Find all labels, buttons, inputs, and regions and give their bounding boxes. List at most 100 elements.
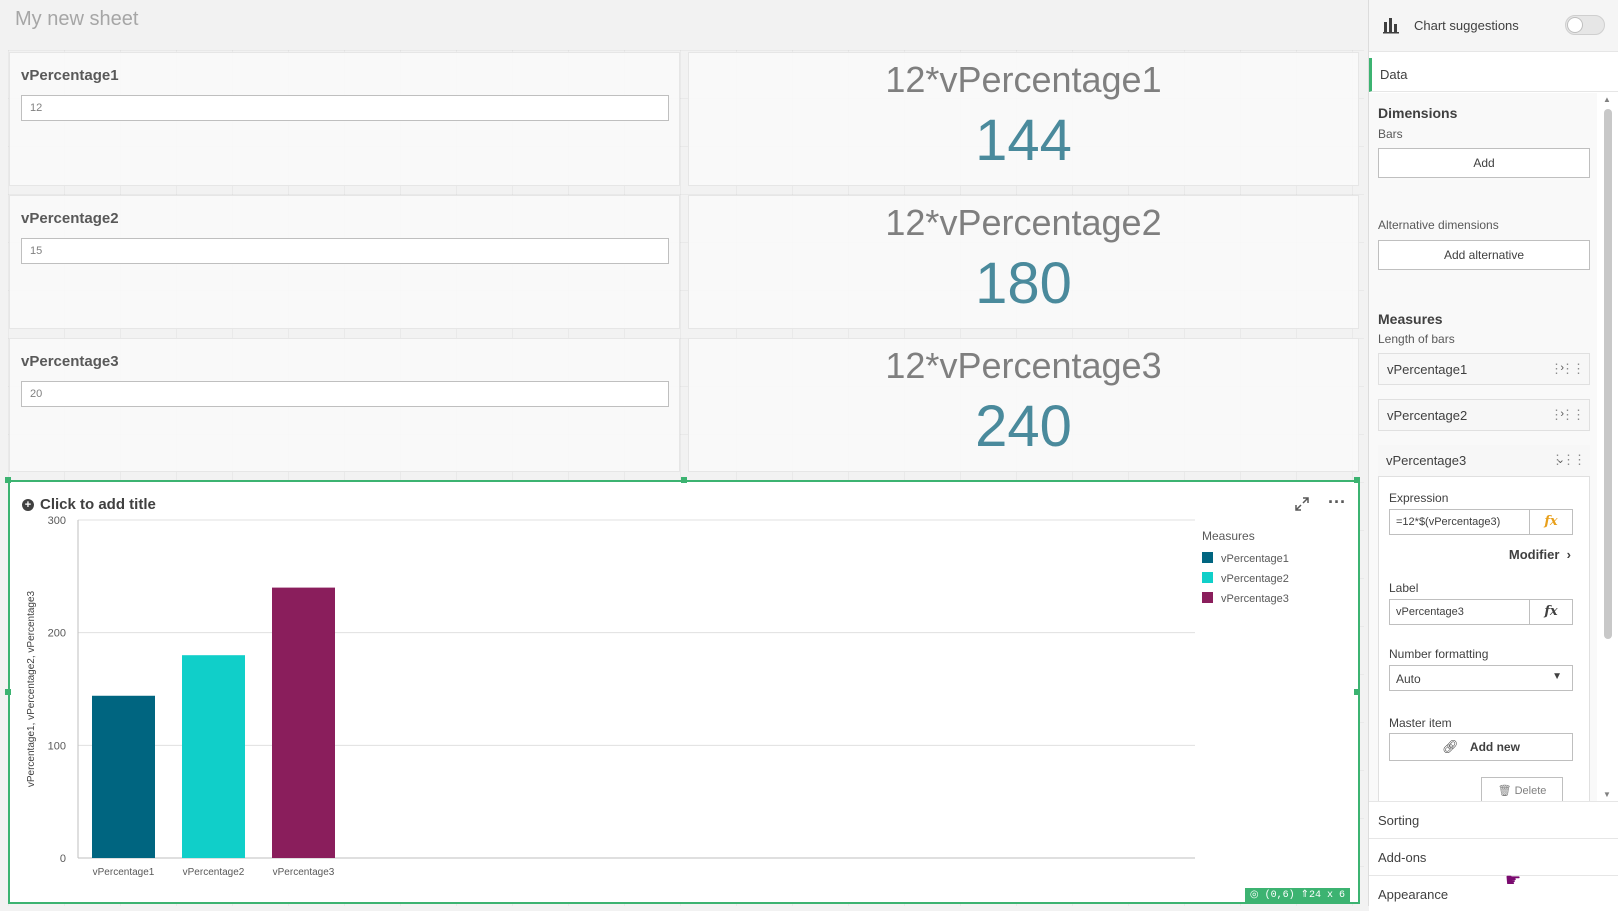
data-panel-scroll: Dimensions Bars Add Alternative dimensio…	[1369, 93, 1597, 801]
expression-input[interactable]: =12*$(vPercentage3) fx	[1389, 509, 1573, 535]
chart-suggestions-toggle[interactable]	[1565, 15, 1605, 35]
variable-title: vPercentage1	[21, 67, 119, 84]
y-tick-label: 0	[60, 853, 66, 865]
kpi-title: 12*vPercentage1	[885, 59, 1162, 100]
resize-handle[interactable]	[681, 477, 687, 483]
kpi-card-2[interactable]: 12*vPercentage2 180	[688, 195, 1359, 329]
legend-item: vPercentage2	[1221, 573, 1289, 585]
scroll-up-icon[interactable]: ▲	[1603, 95, 1611, 104]
expression-value: =12*$(vPercentage3)	[1396, 516, 1501, 528]
kpi-value: 180	[975, 251, 1072, 316]
bar-chart-object[interactable]: + Click to add title ··· 0 100 200 300 vPerc…	[8, 480, 1360, 904]
legend-item: vPercentage1	[1221, 553, 1289, 565]
kpi-title: 12*vPercentage2	[885, 202, 1162, 243]
measure-item-vpercentage3-expanded: vPercentage3 ⌄ ⋮⋮⋮ Expression =12*$(vPer…	[1378, 445, 1590, 801]
y-tick-label: 200	[48, 628, 66, 640]
y-tick-label: 100	[48, 740, 66, 752]
alternative-dimensions-label: Alternative dimensions	[1378, 218, 1499, 232]
variable-input-field[interactable]: 12	[21, 95, 669, 121]
drag-handle-icon[interactable]: ⋮⋮⋮	[1550, 407, 1585, 423]
size-badge: ◎ (0,6) ⇑24 x 6	[1244, 888, 1350, 902]
legend-swatch	[1202, 552, 1213, 563]
panel-scrollbar[interactable]: ▲ ▼	[1601, 95, 1613, 799]
hand-cursor-icon: ☛	[1505, 870, 1522, 890]
chart-suggestions-header: Chart suggestions	[1369, 0, 1618, 52]
tab-sorting[interactable]: Sorting	[1369, 801, 1618, 837]
x-tick-label: vPercentage2	[183, 867, 245, 878]
dimensions-subtitle: Bars	[1378, 127, 1403, 141]
chart-suggestions-label: Chart suggestions	[1414, 18, 1519, 33]
trash-icon: 🗑︎	[1497, 785, 1512, 797]
measure-item-vpercentage3[interactable]: vPercentage3 ⌄ ⋮⋮⋮	[1378, 445, 1590, 477]
measure-label: vPercentage2	[1387, 408, 1468, 423]
number-formatting-select[interactable]: Auto ▼	[1389, 665, 1573, 691]
bar-chart: 0 100 200 300 vPercentage1, vPercentage2, vP…	[26, 515, 1289, 878]
add-new-label: Add new	[1469, 740, 1520, 754]
variable-input-card-2[interactable]: vPercentage2 15	[9, 195, 680, 329]
number-formatting-value: Auto	[1396, 672, 1421, 686]
expression-label: Expression	[1389, 491, 1449, 505]
tab-addons[interactable]: Add-ons	[1369, 838, 1618, 874]
fx-expression-icon[interactable]: fx	[1529, 509, 1572, 535]
fx-label-icon[interactable]: fx	[1529, 599, 1572, 625]
label-field-label: Label	[1389, 581, 1419, 595]
add-new-master-item-button[interactable]: 🔗︎ Add new	[1389, 733, 1573, 761]
measure-item-vpercentage2[interactable]: vPercentage2 › ⋮⋮⋮	[1378, 399, 1590, 431]
y-axis-label: vPercentage1, vPercentage2, vPercentage3	[26, 590, 37, 787]
modifier-label: Modifier	[1508, 547, 1560, 562]
variable-input-field[interactable]: 20	[21, 381, 669, 407]
legend-item: vPercentage3	[1221, 593, 1289, 605]
label-input[interactable]: vPercentage3 fx	[1389, 599, 1573, 625]
resize-handle[interactable]	[5, 477, 11, 483]
add-circle-icon: +	[22, 498, 34, 511]
toggle-knob	[1567, 17, 1583, 33]
variable-input-field[interactable]: 15	[21, 238, 669, 264]
legend-title: Measures	[1202, 529, 1255, 543]
chevron-right-icon: ›	[1563, 547, 1571, 562]
drag-handle-icon[interactable]: ⋮⋮⋮	[1550, 361, 1585, 377]
master-item-label: Master item	[1389, 716, 1452, 730]
x-tick-label: vPercentage3	[273, 867, 335, 878]
dimensions-title: Dimensions	[1378, 105, 1458, 121]
number-formatting-label: Number formatting	[1389, 647, 1489, 661]
caret-down-icon: ▼	[1552, 671, 1562, 682]
properties-panel: Chart suggestions Data Dimensions Bars A…	[1368, 0, 1618, 911]
delete-label: Delete	[1514, 785, 1547, 797]
kpi-value: 144	[975, 108, 1072, 173]
add-dimension-button[interactable]: Add	[1378, 148, 1590, 178]
kpi-title: 12*vPercentage3	[885, 345, 1162, 386]
variable-title: vPercentage3	[21, 353, 119, 370]
scroll-down-icon[interactable]: ▼	[1603, 790, 1611, 799]
variable-input-card-3[interactable]: vPercentage3 20	[9, 338, 680, 472]
measures-subtitle: Length of bars	[1378, 332, 1455, 346]
add-alternative-button[interactable]: Add alternative	[1378, 240, 1590, 270]
bar-vpercentage3	[272, 587, 335, 858]
modifier-link[interactable]: Modifier ›	[1509, 547, 1571, 562]
measure-item-vpercentage1[interactable]: vPercentage1 › ⋮⋮⋮	[1378, 353, 1590, 385]
kpi-value: 240	[975, 394, 1072, 459]
link-icon: 🔗︎	[1442, 739, 1459, 754]
bar-chart-icon	[1383, 18, 1399, 34]
measure-label: vPercentage3	[1386, 453, 1467, 468]
bar-vpercentage1	[92, 695, 155, 858]
resize-handle[interactable]	[1354, 689, 1360, 695]
x-tick-label: vPercentage1	[93, 867, 155, 878]
measure-label: vPercentage1	[1387, 362, 1468, 377]
tab-data[interactable]: Data	[1369, 58, 1618, 92]
label-value: vPercentage3	[1396, 606, 1464, 618]
resize-handle[interactable]	[5, 689, 11, 695]
y-tick-label: 300	[48, 515, 66, 527]
drag-handle-icon[interactable]: ⋮⋮⋮	[1551, 452, 1586, 468]
sheet-title[interactable]: My new sheet	[15, 8, 138, 31]
scroll-thumb[interactable]	[1604, 109, 1612, 639]
resize-handle[interactable]	[1354, 477, 1360, 483]
kpi-card-3[interactable]: 12*vPercentage3 240	[688, 338, 1359, 472]
variable-title: vPercentage2	[21, 210, 119, 227]
legend-swatch	[1202, 592, 1213, 603]
legend-swatch	[1202, 572, 1213, 583]
delete-button[interactable]: 🗑︎ Delete	[1481, 777, 1563, 801]
bar-vpercentage2	[182, 655, 245, 858]
kpi-card-1[interactable]: 12*vPercentage1 144	[688, 52, 1359, 186]
variable-input-card-1[interactable]: vPercentage1 12	[9, 52, 680, 186]
measures-title: Measures	[1378, 311, 1443, 327]
